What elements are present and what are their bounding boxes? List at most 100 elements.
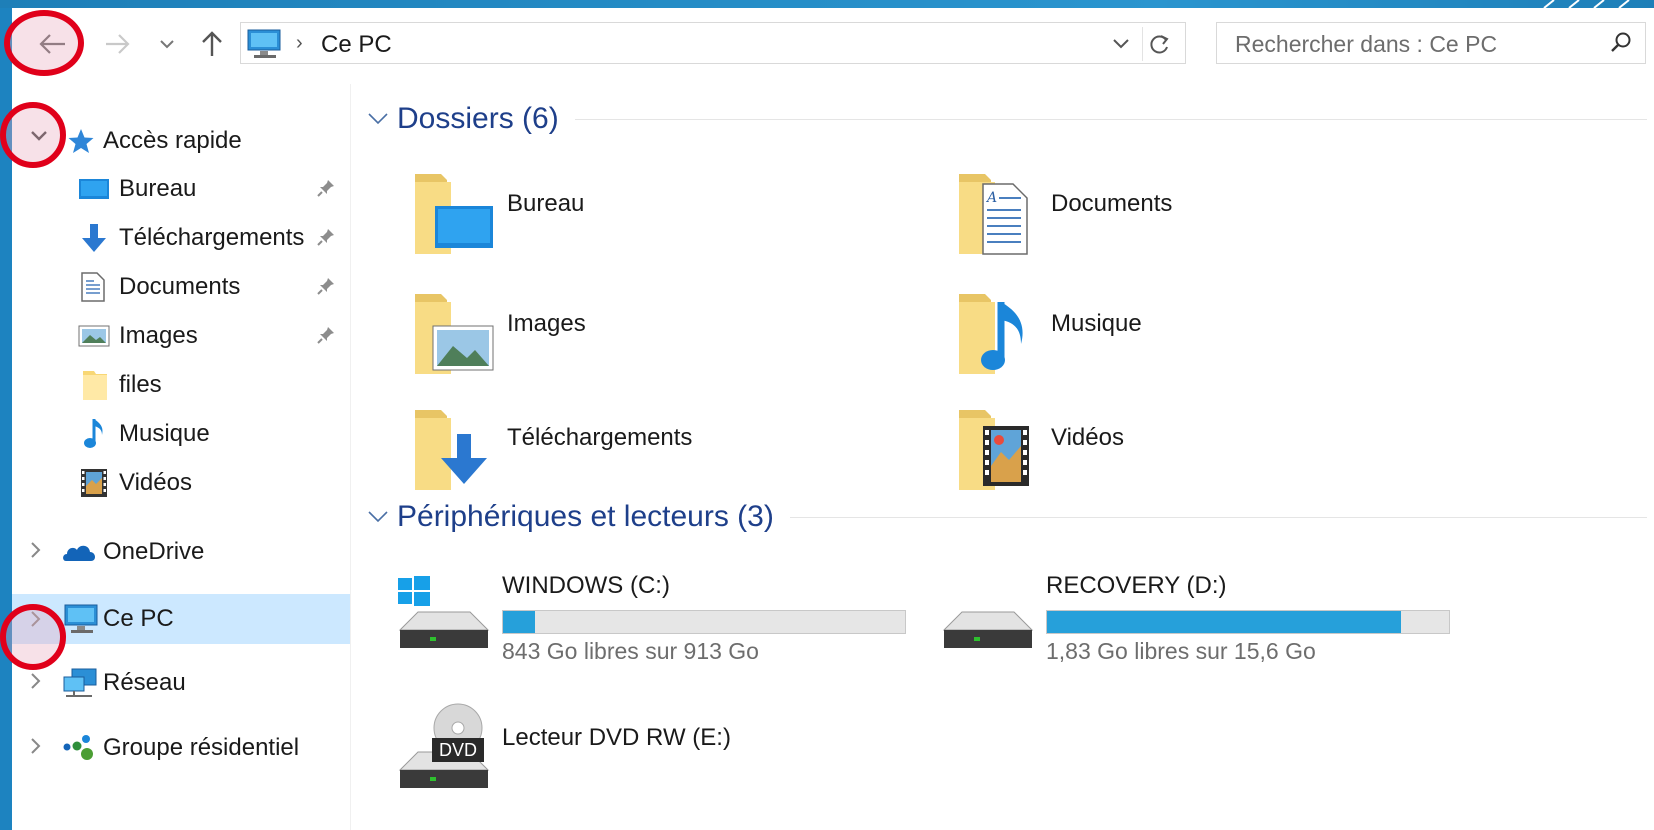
folder-label: Documents — [1051, 190, 1173, 217]
documents-folder-icon: A — [959, 174, 1028, 255]
folder-icon — [82, 369, 108, 406]
windows-drive-icon — [398, 576, 490, 648]
document-icon — [80, 272, 106, 307]
folder-label: Musique — [1051, 310, 1142, 337]
group-header-folders[interactable]: Dossiers (6) — [367, 102, 1647, 136]
drive-tile-c[interactable]: WINDOWS (C:) 843 Go libres sur 913 Go — [396, 570, 916, 670]
folder-tile-musique[interactable]: Musique — [955, 288, 1475, 380]
film-icon — [80, 468, 108, 503]
search-placeholder[interactable]: Rechercher dans : Ce PC — [1235, 31, 1497, 58]
sidebar-item-label: Ce PC — [103, 605, 174, 632]
sidebar-item-label: Vidéos — [119, 469, 192, 496]
chevron-down-icon — [160, 40, 174, 49]
drive-free-space: 843 Go libres sur 913 Go — [502, 638, 759, 664]
group-title: Dossiers (6) — [397, 102, 559, 135]
sidebar-item-label: Documents — [119, 273, 241, 300]
computer-icon — [62, 604, 100, 639]
pin-icon[interactable] — [316, 227, 336, 252]
search-box[interactable]: Rechercher dans : Ce PC — [1216, 22, 1646, 64]
arrow-up-icon — [202, 31, 222, 56]
network-icon — [62, 668, 98, 703]
videos-folder-icon — [959, 410, 1029, 490]
drive-tile-e[interactable]: DVD Lecteur DVD RW (E:) — [396, 702, 916, 802]
folder-tile-images[interactable]: Images — [411, 288, 931, 380]
folder-tile-telechargements[interactable]: Téléchargements — [411, 404, 931, 496]
music-folder-icon — [959, 294, 1023, 374]
image-icon — [78, 324, 110, 353]
window-corner-decoration — [1543, 0, 1630, 8]
group-header-devices[interactable]: Périphériques et lecteurs (3) — [367, 500, 1647, 534]
downloads-folder-icon — [415, 410, 487, 490]
pin-icon[interactable] — [316, 178, 336, 203]
folder-label: Bureau — [507, 190, 585, 217]
folder-label: Images — [507, 310, 586, 337]
folder-label: Téléchargements — [507, 424, 693, 451]
images-folder-icon — [415, 294, 494, 374]
drive-usage-bar — [1046, 610, 1450, 634]
breadcrumb-separator: › — [296, 32, 303, 54]
cloud-icon — [62, 541, 98, 568]
sidebar-item-images[interactable]: Images — [12, 313, 350, 359]
sidebar-item-label: Groupe résidentiel — [103, 734, 300, 761]
svg-text:A: A — [985, 190, 997, 206]
address-bar[interactable]: › Ce PC — [240, 22, 1186, 64]
chevron-down-icon[interactable] — [367, 112, 389, 126]
pin-icon[interactable] — [316, 325, 336, 350]
drive-usage-bar — [502, 610, 906, 634]
desktop-icon — [78, 177, 110, 206]
recent-locations-button[interactable] — [154, 28, 180, 60]
chevron-down-icon[interactable] — [367, 510, 389, 524]
search-icon[interactable] — [1609, 31, 1633, 55]
drive-label: Lecteur DVD RW (E:) — [502, 724, 731, 751]
sidebar-item-label: Téléchargements — [119, 224, 305, 251]
chevron-right-icon[interactable] — [30, 737, 42, 761]
chevron-right-icon[interactable] — [30, 541, 42, 565]
address-dropdown-icon[interactable] — [1112, 30, 1130, 56]
sidebar-item-groupe-residentiel[interactable]: Groupe résidentiel — [12, 725, 350, 771]
sidebar-item-label: Bureau — [119, 175, 197, 202]
sidebar-item-bureau[interactable]: Bureau — [12, 166, 350, 212]
content-pane: Dossiers (6) Bureau A Documents Images M… — [351, 84, 1654, 830]
drive-usage-fill — [503, 611, 536, 633]
drive-tile-d[interactable]: RECOVERY (D:) 1,83 Go libres sur 15,6 Go — [940, 570, 1460, 670]
folder-label: Vidéos — [1051, 424, 1124, 451]
star-icon — [67, 127, 95, 160]
drive-free-space: 1,83 Go libres sur 15,6 Go — [1046, 638, 1316, 664]
folder-tile-documents[interactable]: A Documents — [955, 168, 1475, 260]
highlight-ring-ce-pc-chevron — [0, 604, 66, 670]
music-note-icon — [82, 417, 108, 456]
breadcrumb-ce-pc[interactable]: Ce PC — [321, 31, 392, 59]
group-title: Périphériques et lecteurs (3) — [397, 500, 774, 533]
sidebar-item-label: files — [119, 371, 162, 398]
window-top-border — [0, 0, 1654, 8]
sidebar-item-telechargements[interactable]: Téléchargements — [12, 215, 350, 261]
sidebar-item-videos[interactable]: Vidéos — [12, 460, 350, 506]
drive-usage-fill — [1047, 611, 1401, 633]
group-divider — [789, 516, 1647, 518]
sidebar-item-onedrive[interactable]: OneDrive — [12, 529, 350, 575]
chevron-right-icon[interactable] — [30, 672, 42, 696]
drive-icon — [942, 611, 1034, 648]
sidebar-item-label: Images — [119, 322, 198, 349]
folder-tile-bureau[interactable]: Bureau — [411, 168, 931, 260]
forward-button[interactable] — [98, 22, 138, 66]
sidebar-item-label: Musique — [119, 420, 210, 447]
sidebar-item-files[interactable]: files — [12, 362, 350, 408]
pin-icon[interactable] — [316, 276, 336, 301]
computer-icon — [247, 29, 281, 58]
arrow-right-icon — [106, 34, 130, 54]
navigation-pane: Accès rapide Bureau Téléchargements Docu… — [12, 84, 350, 830]
sidebar-item-label: OneDrive — [103, 538, 205, 565]
download-arrow-icon — [78, 222, 110, 259]
sidebar-item-documents[interactable]: Documents — [12, 264, 350, 310]
up-button[interactable] — [192, 22, 232, 66]
refresh-button[interactable] — [1142, 27, 1177, 61]
drive-label: RECOVERY (D:) — [1046, 572, 1227, 599]
sidebar-item-reseau[interactable]: Réseau — [12, 660, 350, 706]
highlight-ring-back-button — [4, 10, 84, 76]
group-divider — [574, 118, 1647, 120]
folder-tile-videos[interactable]: Vidéos — [955, 404, 1475, 496]
sidebar-item-musique[interactable]: Musique — [12, 411, 350, 457]
homegroup-icon — [62, 734, 98, 767]
refresh-icon — [1150, 35, 1169, 54]
